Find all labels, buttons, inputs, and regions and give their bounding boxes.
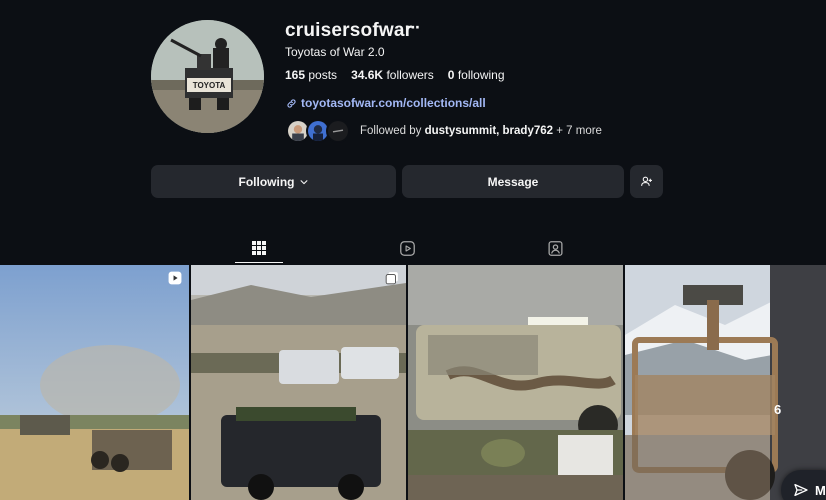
full-name: Toyotas of War 2.0: [285, 45, 385, 59]
post-image: [0, 265, 189, 500]
tagged-icon: [547, 240, 563, 256]
reels-icon: [399, 240, 415, 256]
followers-stat[interactable]: 34.6K followers: [351, 68, 434, 82]
following-button[interactable]: Following: [151, 165, 396, 198]
avatar-image: TOYOTA: [151, 20, 264, 133]
carousel-icon: [385, 272, 398, 285]
grid-icon: [252, 240, 266, 255]
link-icon: [287, 98, 296, 108]
profile-avatar[interactable]: TOYOTA: [151, 20, 264, 133]
post-image: [408, 265, 623, 500]
mutual-avatar: [326, 119, 350, 143]
more-dots-icon[interactable]: ⋯: [406, 19, 420, 36]
profile-link[interactable]: toyotasofwar.com/collections/all: [286, 96, 486, 110]
post-tile[interactable]: [625, 265, 826, 500]
tab-posts[interactable]: [235, 233, 283, 263]
post-image: [191, 265, 406, 500]
message-button[interactable]: Message: [402, 165, 624, 198]
tab-tagged[interactable]: [531, 233, 579, 263]
post-tile[interactable]: [0, 265, 189, 500]
post-tile[interactable]: [408, 265, 623, 500]
add-person-icon: [641, 176, 652, 186]
post-tile[interactable]: [191, 265, 406, 500]
mutual-avatars: [286, 119, 350, 143]
send-icon: [794, 484, 808, 496]
followed-by-text: Followed by dustysummit, brady762 + 7 mo…: [360, 125, 602, 137]
profile-tabs: [0, 233, 826, 263]
followed-by[interactable]: Followed by dustysummit, brady762 + 7 mo…: [286, 119, 602, 143]
reel-icon: [168, 271, 182, 285]
messages-button[interactable]: M: [781, 470, 826, 500]
posts-stat: 165 posts: [285, 68, 338, 82]
chevron-down-icon: [300, 179, 307, 184]
profile-stats: 165 posts 34.6K followers 0 following: [285, 68, 505, 82]
svg-text:TOYOTA: TOYOTA: [193, 81, 226, 90]
tab-reels[interactable]: [383, 233, 431, 263]
following-stat[interactable]: 0 following: [448, 68, 505, 82]
username: cruisersofwar: [285, 20, 413, 41]
suggested-users-button[interactable]: [630, 165, 663, 198]
link-text[interactable]: toyotasofwar.com/collections/all: [301, 96, 486, 110]
post-image: [625, 265, 826, 500]
posts-grid: [0, 265, 826, 500]
carousel-count: 6: [774, 402, 782, 417]
